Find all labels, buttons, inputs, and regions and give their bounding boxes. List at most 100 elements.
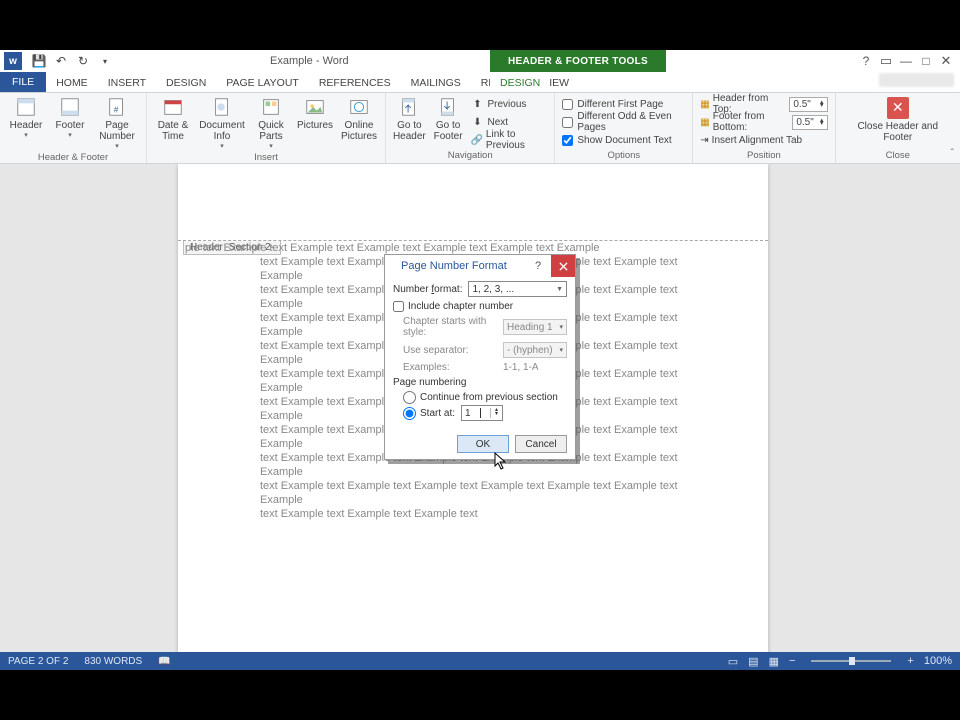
- goto-footer-button[interactable]: Go to Footer: [429, 94, 468, 142]
- include-chapter-checkbox[interactable]: Include chapter number: [393, 301, 567, 312]
- status-bar: PAGE 2 OF 2 830 WORDS 📖 ▭ ▤ ▦ − + 100%: [0, 652, 960, 670]
- tab-home[interactable]: HOME: [46, 74, 98, 92]
- dialog-close-button[interactable]: [551, 255, 575, 277]
- link-to-previous-label: Link to Previous: [486, 129, 547, 151]
- group-options-label: Options: [607, 149, 640, 163]
- footer-from-bottom-label: Footer from Bottom:: [713, 111, 789, 133]
- previous-button[interactable]: ⬆Previous: [467, 95, 550, 113]
- pictures-button[interactable]: Pictures: [293, 94, 337, 131]
- different-odd-even-label: Different Odd & Even Pages: [577, 111, 685, 133]
- zoom-slider[interactable]: [811, 660, 891, 662]
- minimize-icon[interactable]: —: [896, 54, 916, 68]
- window-title: Example - Word: [270, 50, 349, 72]
- previous-label: Previous: [487, 99, 526, 110]
- help-icon[interactable]: ?: [856, 54, 876, 68]
- collapse-ribbon-icon[interactable]: ˆ: [951, 148, 954, 159]
- goto-footer-label: Go to Footer: [429, 120, 468, 142]
- header-from-top-value[interactable]: 0.5"▴▾: [789, 97, 827, 112]
- next-label: Next: [487, 117, 508, 128]
- close-window-icon[interactable]: ✕: [936, 53, 956, 69]
- page-number-label: Page Number: [92, 120, 142, 142]
- dialog-titlebar[interactable]: Page Number Format ?: [385, 255, 575, 277]
- user-account-badge[interactable]: [879, 73, 954, 87]
- zoom-out-icon[interactable]: −: [789, 655, 795, 667]
- page-numbering-group-label: Page numbering: [393, 377, 567, 388]
- status-page[interactable]: PAGE 2 OF 2: [8, 656, 68, 667]
- group-header-footer-label: Header & Footer: [38, 151, 108, 165]
- start-at-input[interactable]: 1▴▾: [461, 405, 503, 421]
- quick-parts-label: Quick Parts: [249, 120, 293, 142]
- ribbon-tabs: FILE HOME INSERT DESIGN PAGE LAYOUT REFE…: [0, 72, 960, 92]
- document-area: Header -Section 2- ple text Example text…: [0, 164, 960, 652]
- zoom-in-icon[interactable]: +: [907, 655, 913, 667]
- separator-select: - (hyphen)▾: [503, 342, 567, 358]
- status-words[interactable]: 830 WORDS: [84, 656, 142, 667]
- tab-insert[interactable]: INSERT: [98, 74, 156, 92]
- date-time-button[interactable]: Date & Time: [151, 94, 195, 142]
- start-at-label: Start at:: [420, 408, 455, 419]
- tab-page-layout[interactable]: PAGE LAYOUT: [216, 74, 309, 92]
- link-to-previous-button[interactable]: 🔗Link to Previous: [467, 131, 550, 149]
- svg-text:#: #: [114, 106, 119, 115]
- insert-alignment-tab-label: Insert Alignment Tab: [712, 135, 802, 146]
- footer-from-bottom-row: ▦Footer from Bottom:0.5"▴▾: [697, 113, 830, 131]
- print-layout-icon[interactable]: ▤: [748, 655, 758, 668]
- cancel-button[interactable]: Cancel: [515, 435, 567, 453]
- group-navigation-label: Navigation: [448, 149, 493, 163]
- examples-label: Examples:: [403, 362, 503, 373]
- tab-header-footer-design[interactable]: DESIGN: [490, 74, 550, 92]
- page-number-button[interactable]: #Page Number▾: [92, 94, 142, 151]
- include-chapter-label: Include chapter number: [408, 301, 513, 312]
- quick-parts-button[interactable]: Quick Parts▾: [249, 94, 293, 151]
- quick-access-toolbar: w 💾 ↶ ↻ ▾ Example - Word HEADER & FOOTER…: [0, 50, 960, 72]
- close-header-footer-label: Close Header and Footer: [850, 121, 946, 143]
- different-odd-even-checkbox[interactable]: Different Odd & Even Pages: [559, 113, 688, 131]
- group-position-label: Position: [747, 149, 781, 163]
- ribbon: Header▾ Footer▾ #Page Number▾ Header & F…: [0, 92, 960, 164]
- chapter-style-label: Chapter starts with style:: [403, 316, 503, 338]
- pictures-label: Pictures: [297, 120, 333, 131]
- document-info-label: Document Info: [195, 120, 249, 142]
- number-format-label: Number format:: [393, 284, 462, 295]
- continue-radio[interactable]: Continue from previous section: [403, 391, 567, 404]
- number-format-select[interactable]: 1, 2, 3, ...▼: [468, 281, 567, 297]
- separator-label: Use separator:: [403, 345, 503, 356]
- tab-mailings[interactable]: MAILINGS: [401, 74, 471, 92]
- ok-button[interactable]: OK: [457, 435, 509, 453]
- start-at-radio[interactable]: Start at: 1▴▾: [403, 405, 567, 421]
- ribbon-options-icon[interactable]: ▭: [876, 53, 896, 69]
- dialog-title: Page Number Format: [401, 260, 507, 272]
- contextual-tab-title: HEADER & FOOTER TOOLS: [490, 50, 666, 72]
- tab-references[interactable]: REFERENCES: [309, 74, 401, 92]
- show-document-text-checkbox[interactable]: Show Document Text: [559, 131, 688, 149]
- document-info-button[interactable]: Document Info▾: [195, 94, 249, 151]
- online-pictures-button[interactable]: Online Pictures: [337, 94, 381, 142]
- footer-button[interactable]: Footer▾: [48, 94, 92, 140]
- save-icon[interactable]: 💾: [30, 52, 48, 70]
- footer-from-bottom-value[interactable]: 0.5"▴▾: [792, 115, 827, 130]
- dialog-help-icon[interactable]: ?: [527, 255, 549, 277]
- word-app-icon: w: [4, 52, 22, 70]
- close-icon: ✕: [887, 97, 909, 119]
- tab-file[interactable]: FILE: [0, 72, 46, 92]
- close-header-footer-button[interactable]: ✕ Close Header and Footer: [840, 94, 956, 146]
- examples-value: 1-1, 1-A: [503, 362, 539, 373]
- spellcheck-icon[interactable]: 📖: [158, 656, 170, 667]
- header-label: Header: [10, 120, 43, 131]
- redo-icon[interactable]: ↻: [74, 52, 92, 70]
- tab-design[interactable]: DESIGN: [156, 74, 216, 92]
- different-first-page-label: Different First Page: [577, 99, 663, 110]
- online-pictures-label: Online Pictures: [337, 120, 381, 142]
- restore-icon[interactable]: □: [916, 54, 936, 68]
- undo-icon[interactable]: ↶: [52, 52, 70, 70]
- zoom-level[interactable]: 100%: [924, 655, 952, 667]
- qat-customize-icon[interactable]: ▾: [96, 52, 114, 70]
- continue-radio-label: Continue from previous section: [420, 392, 558, 403]
- goto-header-button[interactable]: Go to Header: [390, 94, 429, 142]
- chapter-style-select: Heading 1▾: [503, 319, 567, 335]
- insert-alignment-tab-button[interactable]: ⇥Insert Alignment Tab: [697, 131, 830, 149]
- group-close-label: Close: [886, 149, 910, 163]
- header-button[interactable]: Header▾: [4, 94, 48, 140]
- read-mode-icon[interactable]: ▭: [728, 655, 738, 668]
- web-layout-icon[interactable]: ▦: [769, 655, 779, 668]
